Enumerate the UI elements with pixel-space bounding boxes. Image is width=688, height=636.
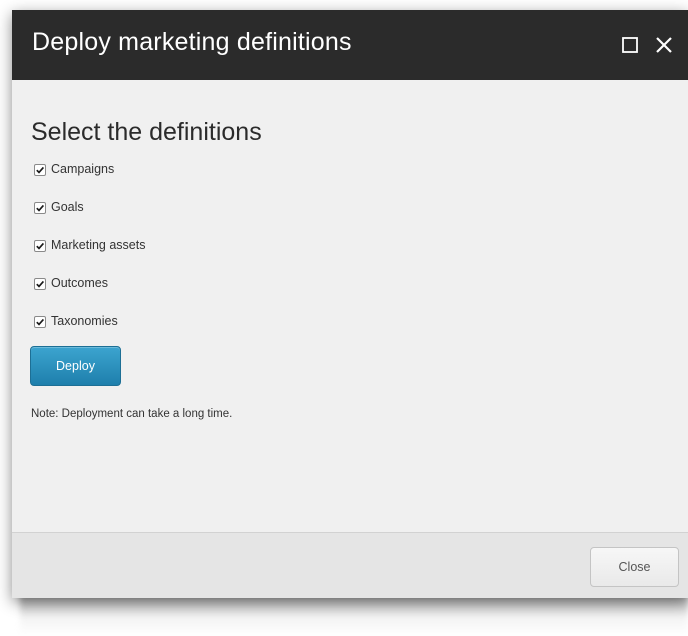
dialog-content: Select the definitions Campaigns Goals M… — [12, 80, 688, 532]
close-icon[interactable] — [650, 30, 678, 60]
campaigns-checkbox[interactable] — [34, 164, 46, 176]
dialog-titlebar: Deploy marketing definitions — [12, 10, 688, 80]
deploy-button[interactable]: Deploy — [30, 346, 121, 386]
goals-checkbox[interactable] — [34, 202, 46, 214]
checkbox-item-goals[interactable]: Goals — [34, 198, 145, 236]
close-button[interactable]: Close — [590, 547, 679, 587]
checkbox-label: Taxonomies — [51, 314, 118, 328]
checkbox-item-taxonomies[interactable]: Taxonomies — [34, 312, 145, 350]
deployment-note: Note: Deployment can take a long time. — [31, 408, 233, 420]
checkbox-label: Goals — [51, 200, 84, 214]
marketing-assets-checkbox[interactable] — [34, 240, 46, 252]
checkbox-item-outcomes[interactable]: Outcomes — [34, 274, 145, 312]
checkbox-label: Marketing assets — [51, 238, 146, 252]
outcomes-checkbox[interactable] — [34, 278, 46, 290]
deploy-dialog: Deploy marketing definitions Select the … — [12, 10, 688, 598]
checkbox-label: Outcomes — [51, 276, 108, 290]
checkbox-item-marketing-assets[interactable]: Marketing assets — [34, 236, 145, 274]
dialog-footer: Close — [12, 532, 688, 598]
checkbox-label: Campaigns — [51, 162, 115, 176]
dialog-title: Deploy marketing definitions — [32, 28, 352, 56]
maximize-icon[interactable] — [616, 30, 644, 60]
section-heading: Select the definitions — [31, 118, 262, 146]
checkbox-item-campaigns[interactable]: Campaigns — [34, 160, 145, 198]
taxonomies-checkbox[interactable] — [34, 316, 46, 328]
definitions-checklist: Campaigns Goals Marketing assets Outcome… — [34, 160, 145, 350]
